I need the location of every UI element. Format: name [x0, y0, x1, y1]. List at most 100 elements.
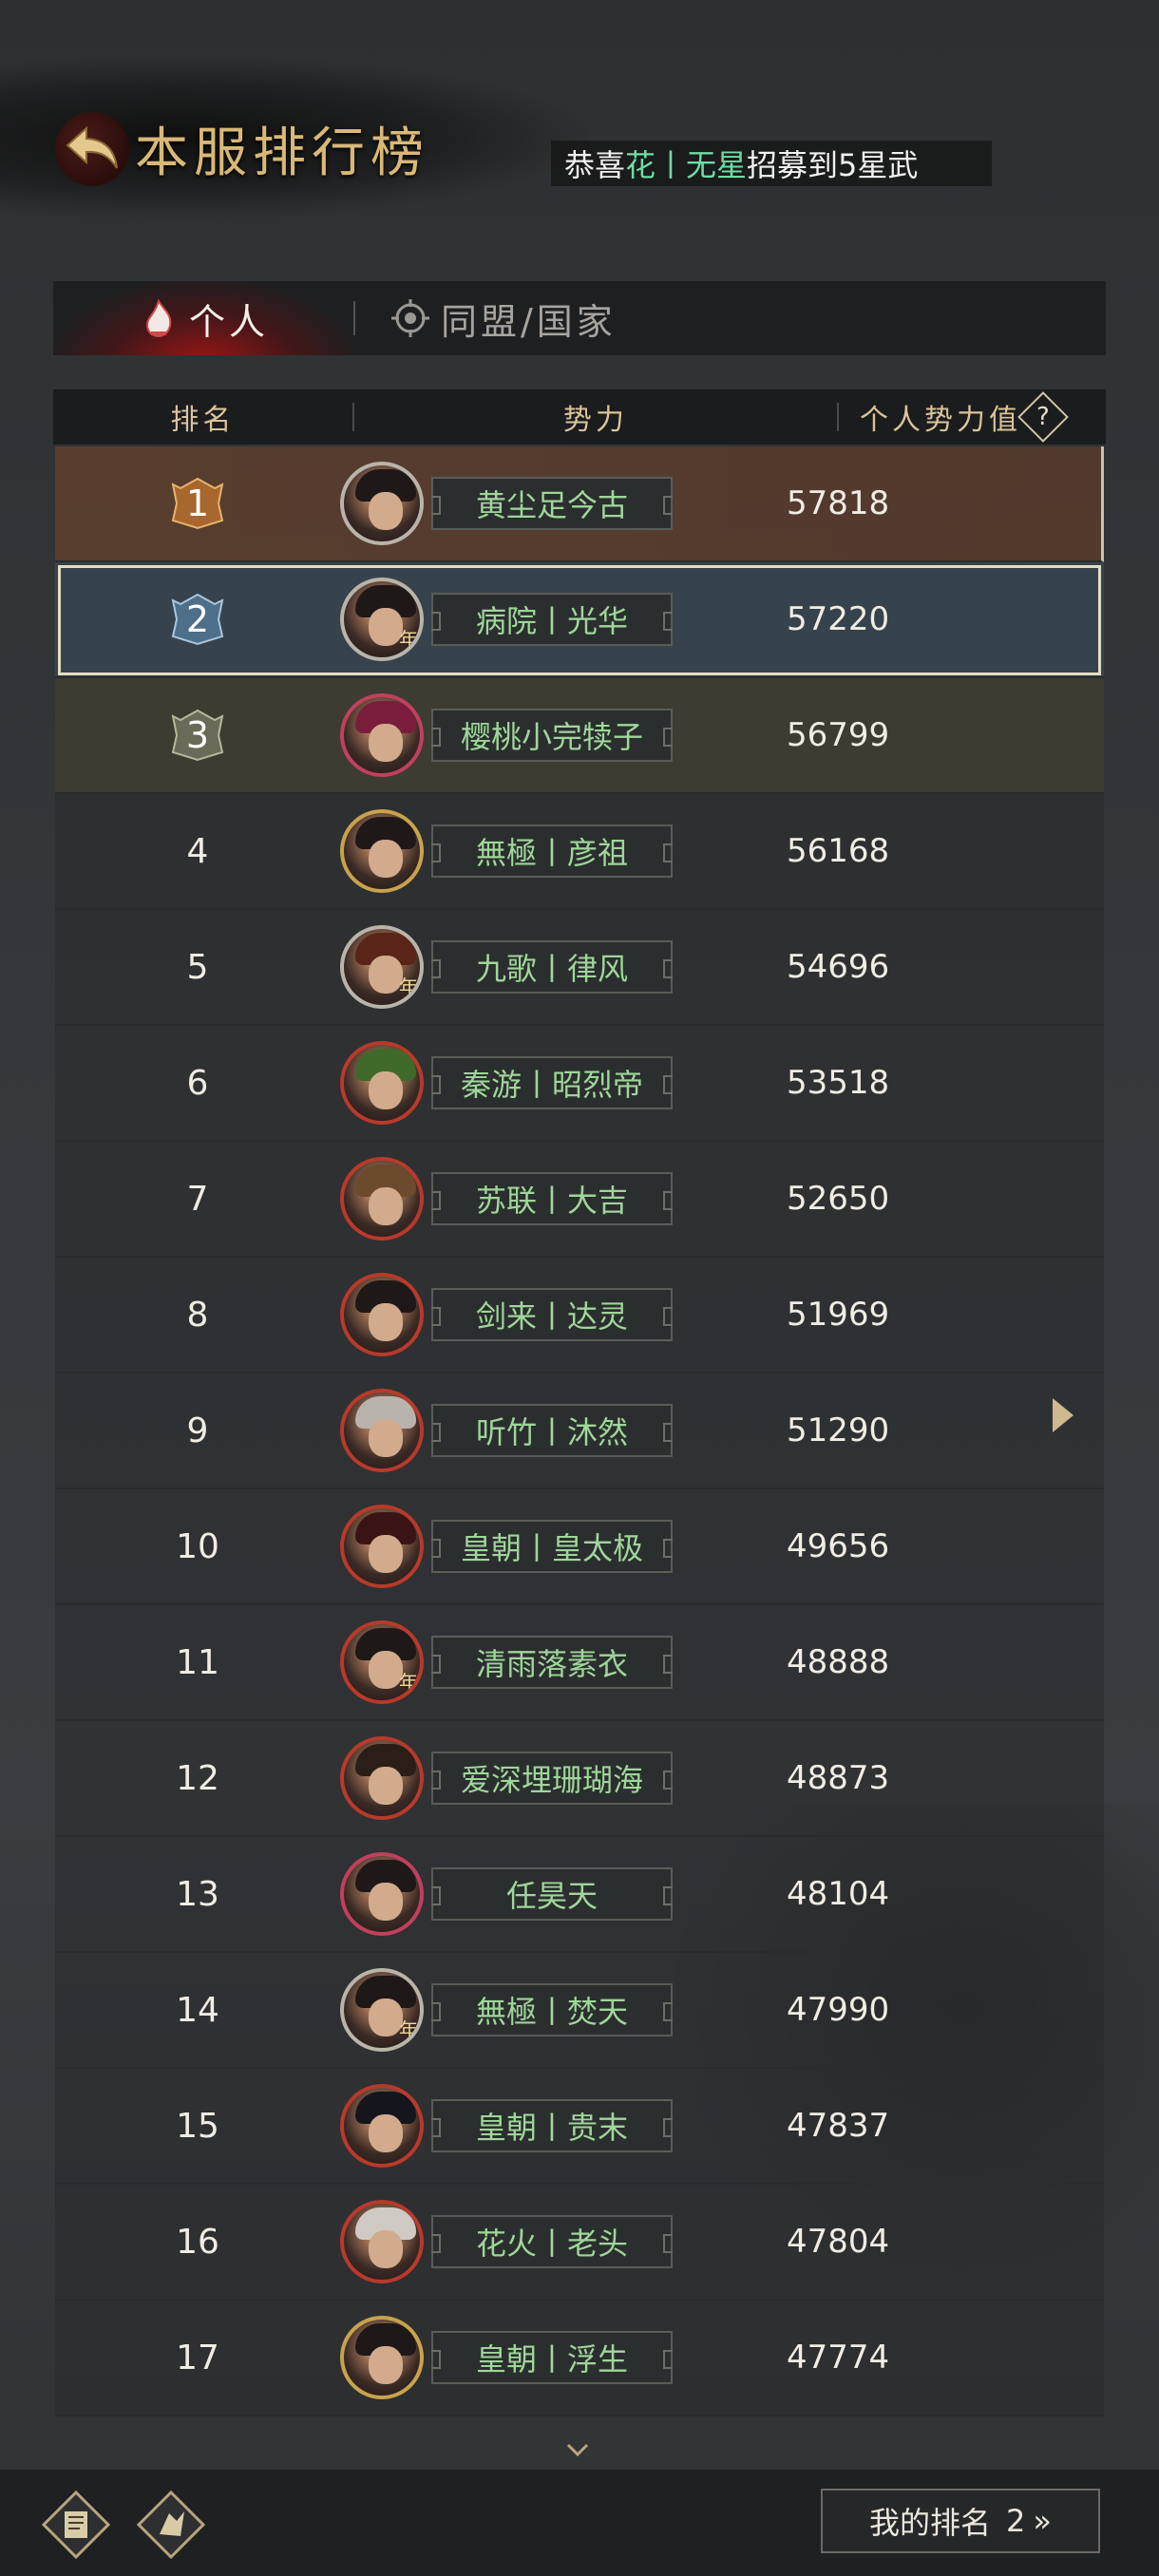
avatar-tag: 年	[399, 975, 418, 998]
player-name[interactable]: 花火丨老头	[431, 2215, 673, 2268]
my-rank-label: 我的排名	[869, 2505, 992, 2541]
player-name[interactable]: 皇朝丨浮生	[431, 2331, 673, 2384]
table-row[interactable]: 11 年 清雨落素衣 48888	[55, 1605, 1104, 1721]
avatar[interactable]	[340, 2084, 424, 2168]
power-value: 48104	[787, 1875, 890, 1913]
table-row[interactable]: 15 皇朝丨贵末 47837	[55, 2069, 1104, 2185]
table-row-self[interactable]: 2 年 病院丨光华 57220	[55, 562, 1104, 678]
player-name[interactable]: 听竹丨沐然	[431, 1404, 673, 1457]
player-name[interactable]: 苏联丨大吉	[431, 1172, 673, 1225]
recruit-notice-banner: 恭喜 花丨无星 招募到5星武	[551, 141, 992, 186]
notice-player-name: 花丨无星	[625, 147, 748, 183]
rank-number: 11	[176, 1642, 219, 1682]
table-row[interactable]: 1 黄尘足今古 57818	[55, 446, 1104, 562]
player-name[interactable]: 爱深埋珊瑚海	[431, 1752, 673, 1805]
power-value: 52650	[787, 1180, 890, 1218]
power-value: 48888	[787, 1643, 890, 1681]
avatar[interactable]	[340, 1041, 424, 1125]
avatar[interactable]	[340, 1852, 424, 1936]
player-name[interactable]: 黄尘足今古	[431, 477, 673, 530]
table-row[interactable]: 12 爱深埋珊瑚海 48873	[55, 1721, 1104, 1837]
player-name[interactable]: 任昊天	[431, 1867, 673, 1921]
power-cell: 剑来丨达灵	[340, 1273, 735, 1356]
player-name[interactable]: 無極丨焚天	[431, 1983, 673, 2036]
power-cell: 皇朝丨皇太极	[340, 1505, 735, 1588]
avatar[interactable]	[340, 693, 424, 777]
gold-rank-badge-icon: 1	[167, 473, 228, 534]
tab-personal[interactable]: 个人	[53, 281, 353, 355]
player-name[interactable]: 秦游丨昭烈帝	[431, 1056, 673, 1109]
power-value: 57818	[787, 484, 890, 522]
table-row[interactable]: 10 皇朝丨皇太极 49656	[55, 1489, 1104, 1605]
table-row[interactable]: 16 花火丨老头 47804	[55, 2185, 1104, 2301]
power-cell: 听竹丨沐然	[340, 1389, 735, 1472]
power-value: 53518	[787, 1064, 890, 1102]
power-cell: 任昊天	[340, 1852, 735, 1936]
column-header-value-label: 个人势力值	[859, 404, 1021, 437]
power-cell: 皇朝丨贵末	[340, 2084, 735, 2168]
player-name[interactable]: 皇朝丨贵末	[431, 2099, 673, 2152]
my-rank-button[interactable]: 我的排名 2 »	[821, 2489, 1100, 2553]
avatar[interactable]	[340, 1505, 424, 1588]
column-header-power: 势力	[562, 404, 628, 437]
player-name[interactable]: 九歌丨律风	[431, 940, 673, 994]
power-cell: 黄尘足今古	[340, 462, 735, 545]
table-row[interactable]: 9 听竹丨沐然 51290	[55, 1373, 1104, 1489]
table-row[interactable]: 14 年 無極丨焚天 47990	[55, 1953, 1104, 2069]
avatar[interactable]: 年	[340, 1968, 424, 2052]
power-value: 47837	[787, 2107, 890, 2145]
player-name[interactable]: 清雨落素衣	[431, 1636, 673, 1689]
rank-number: 17	[176, 2338, 219, 2377]
power-value: 56799	[787, 716, 890, 754]
rank-number: 9	[186, 1411, 209, 1450]
power-value: 47804	[787, 2223, 890, 2261]
player-name[interactable]: 皇朝丨皇太极	[431, 1520, 673, 1573]
rank-number: 7	[186, 1179, 209, 1219]
avatar[interactable]: 年	[340, 578, 424, 661]
player-name[interactable]: 病院丨光华	[431, 593, 673, 646]
notice-prefix: 恭喜	[564, 147, 626, 183]
tab-alliance-label: 同盟/国家	[441, 300, 617, 343]
table-row[interactable]: 8 剑来丨达灵 51969	[55, 1258, 1104, 1373]
ranking-board-icon[interactable]	[42, 2491, 110, 2559]
table-row[interactable]: 6 秦游丨昭烈帝 53518	[55, 1026, 1104, 1142]
table-row[interactable]: 7 苏联丨大吉 52650	[55, 1142, 1104, 1258]
avatar[interactable]: 年	[340, 1620, 424, 1704]
avatar[interactable]	[340, 462, 424, 545]
table-row[interactable]: 13 任昊天 48104	[55, 1837, 1104, 1953]
power-cell: 爱深埋珊瑚海	[340, 1736, 735, 1820]
avatar-tag: 年	[399, 628, 418, 651]
avatar[interactable]	[340, 2316, 424, 2399]
ranking-list[interactable]: 1 黄尘足今古 57818 2 年 病院丨光华 57220 3 樱桃小完犊子 5…	[55, 446, 1104, 2449]
player-name[interactable]: 剑来丨达灵	[431, 1288, 673, 1341]
trophy-rider-icon[interactable]	[137, 2491, 205, 2559]
avatar[interactable]	[340, 2200, 424, 2283]
table-row[interactable]: 4 無極丨彦祖 56168	[55, 794, 1104, 910]
power-cell: 年 無極丨焚天	[340, 1968, 735, 2052]
player-name[interactable]: 樱桃小完犊子	[431, 709, 673, 762]
rank-number: 13	[176, 1874, 219, 1914]
avatar[interactable]	[340, 1273, 424, 1356]
rank-number: 10	[176, 1526, 219, 1566]
avatar[interactable]	[340, 1389, 424, 1472]
power-cell: 花火丨老头	[340, 2200, 735, 2283]
rank-number: 4	[186, 831, 209, 871]
avatar[interactable]	[340, 1157, 424, 1241]
table-row[interactable]: 17 皇朝丨浮生 47774	[55, 2301, 1104, 2416]
table-row[interactable]: 3 樱桃小完犊子 56799	[55, 678, 1104, 794]
avatar-tag: 年	[399, 2018, 418, 2041]
avatar[interactable]	[340, 1736, 424, 1820]
flame-icon	[138, 297, 180, 339]
rank-number: 8	[186, 1295, 209, 1335]
table-row[interactable]: 5 年 九歌丨律风 54696	[55, 910, 1104, 1026]
power-value: 57220	[787, 600, 890, 638]
help-icon[interactable]: ?	[1017, 391, 1069, 443]
player-name[interactable]: 無極丨彦祖	[431, 824, 673, 878]
back-button[interactable]	[55, 112, 129, 186]
avatar[interactable]: 年	[340, 925, 424, 1009]
rank-cell: 3	[55, 705, 340, 766]
tab-alliance-nation[interactable]: 同盟/国家	[355, 281, 617, 355]
ranking-tabs: 个人 同盟/国家	[53, 281, 1106, 355]
avatar[interactable]	[340, 809, 424, 893]
side-panel-arrow-icon[interactable]	[1049, 1394, 1077, 1436]
